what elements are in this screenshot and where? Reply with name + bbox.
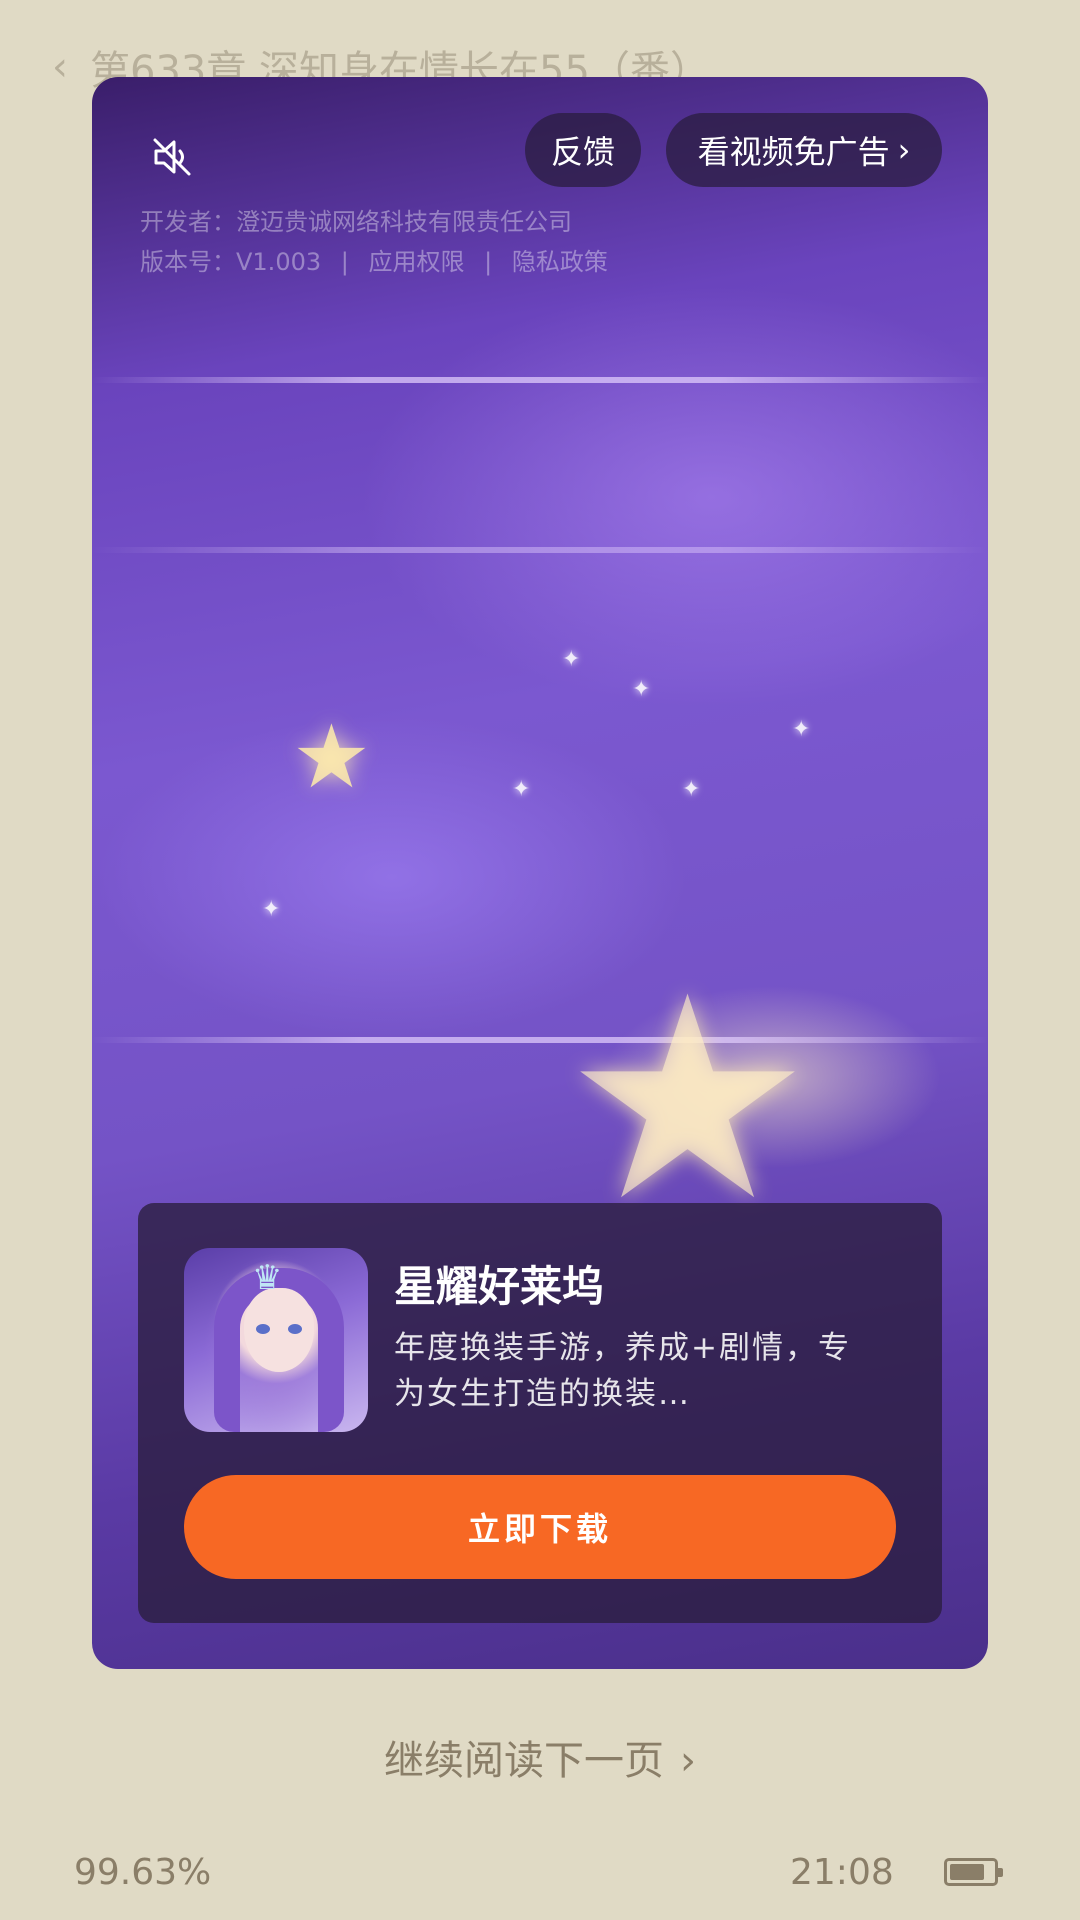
ruffle-decoration <box>92 547 988 553</box>
sparkle-decoration: ✦ <box>632 677 651 702</box>
battery-nub <box>998 1868 1003 1877</box>
next-page-label: 继续阅读下一页 <box>384 1738 664 1784</box>
separator: | <box>340 248 349 276</box>
battery-icon <box>944 1858 1003 1886</box>
chevron-left-icon[interactable]: ‹ <box>52 44 68 90</box>
battery-fill <box>950 1864 984 1880</box>
separator: | <box>484 248 493 276</box>
reading-progress: 99.63% <box>74 1852 212 1893</box>
ruffle-decoration <box>92 1037 988 1043</box>
mute-button[interactable] <box>142 127 202 187</box>
tiara-icon: ♛ <box>252 1258 283 1298</box>
skip-ad-label: 看视频免广告 <box>697 133 890 171</box>
reader-page: ‹ 第633章 深知身在情长在55（番） ★ ★ ✦ ✦ ✦ ✦ ✦ ✦ 反馈 … <box>0 0 1080 1920</box>
app-promo-panel[interactable]: ♛ 星耀好莱坞 年度换装手游，养成+剧情，专为女生打造的换装… 立即下载 <box>138 1203 942 1623</box>
chevron-right-icon: › <box>897 131 911 169</box>
privacy-link[interactable]: 隐私政策 <box>512 248 608 276</box>
feedback-label: 反馈 <box>550 133 615 171</box>
sparkle-decoration: ✦ <box>792 717 811 742</box>
ruffle-decoration <box>92 377 988 383</box>
sparkle-decoration: ✦ <box>562 647 581 672</box>
eye-shape <box>256 1324 270 1334</box>
eye-shape <box>288 1324 302 1334</box>
version-text: 版本号：V1.003 <box>140 248 322 276</box>
feedback-button[interactable]: 反馈 <box>525 113 641 187</box>
chevron-right-icon: › <box>680 1738 696 1784</box>
face-shape <box>244 1288 314 1372</box>
app-meta-line: 版本号：V1.003 | 应用权限 | 隐私政策 <box>140 242 608 277</box>
app-description: 年度换装手游，养成+剧情，专为女生打造的换装… <box>394 1330 851 1412</box>
app-icon[interactable]: ♛ <box>184 1248 368 1432</box>
muted-speaker-icon <box>153 138 191 176</box>
sparkle-decoration: ✦ <box>512 777 531 802</box>
app-name[interactable]: 星耀好莱坞 <box>394 1253 604 1314</box>
next-page-button[interactable]: 继续阅读下一页 › <box>0 1728 1080 1786</box>
clock-time: 21:08 <box>790 1852 894 1893</box>
permissions-link[interactable]: 应用权限 <box>369 248 465 276</box>
ad-video[interactable]: ★ ★ ✦ ✦ ✦ ✦ ✦ ✦ 反馈 看视频免广告 › 开发者：澄迈贵诚网络科技… <box>92 77 988 1669</box>
developer-info: 开发者：澄迈贵诚网络科技有限责任公司 <box>140 208 572 236</box>
sparkle-decoration: ✦ <box>682 777 701 802</box>
download-button[interactable]: 立即下载 <box>184 1475 896 1579</box>
star-decoration: ★ <box>292 705 371 808</box>
skip-ad-button[interactable]: 看视频免广告 › <box>666 113 942 187</box>
sparkle-decoration: ✦ <box>262 897 281 922</box>
